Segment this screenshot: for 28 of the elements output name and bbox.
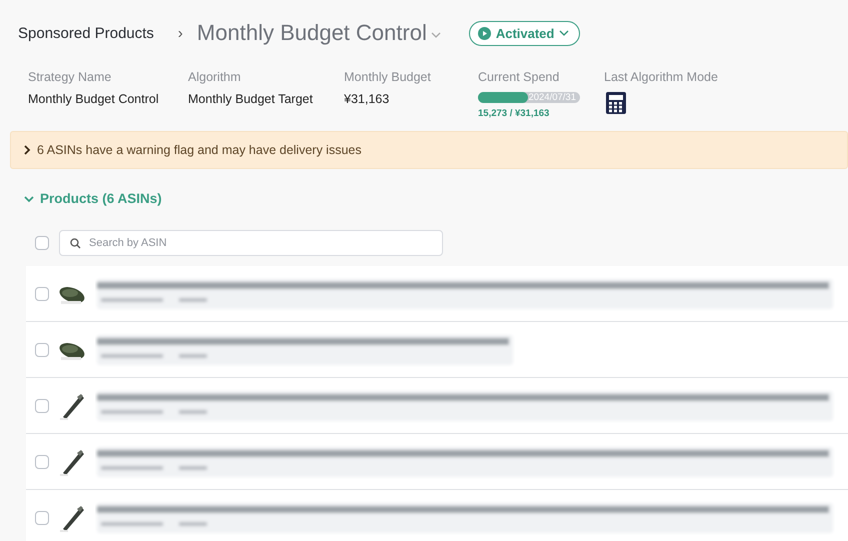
row-checkbox[interactable] bbox=[35, 454, 49, 468]
row-checkbox[interactable] bbox=[35, 398, 49, 412]
row-checkbox[interactable] bbox=[35, 510, 49, 524]
field-value: Monthly Budget Target bbox=[188, 92, 314, 106]
row-checkbox[interactable] bbox=[35, 342, 49, 356]
field-label: Last Algorithm Mode bbox=[604, 70, 719, 84]
chevron-icon bbox=[23, 145, 31, 155]
row-checkbox[interactable] bbox=[35, 286, 49, 300]
chevron-icon bbox=[24, 194, 34, 202]
page-title: Monthly Budget Control bbox=[196, 20, 427, 46]
field-label: Algorithm bbox=[188, 70, 242, 84]
breadcrumb-separator: › bbox=[178, 24, 183, 42]
calculator-icon bbox=[605, 92, 627, 114]
select-all-checkbox[interactable] bbox=[35, 236, 49, 250]
spend-reading: 15,273 / ¥31,163 bbox=[478, 108, 550, 119]
field-label: Monthly Budget bbox=[344, 70, 432, 84]
status-dropdown[interactable]: Activated bbox=[468, 20, 580, 46]
play-icon bbox=[478, 26, 491, 40]
search-icon bbox=[70, 238, 81, 249]
search-field[interactable]: Search by ASIN bbox=[59, 230, 443, 256]
breadcrumb-link[interactable]: Sponsored Products bbox=[18, 24, 154, 42]
field-value: Monthly Budget Control bbox=[28, 92, 160, 106]
chevron-down-icon[interactable] bbox=[430, 32, 441, 38]
chevron-down-icon bbox=[559, 30, 570, 36]
field-label: Current Spend bbox=[478, 70, 560, 84]
warning-banner[interactable]: 6 ASINs have a warning flag and may have delivery issues bbox=[10, 131, 848, 169]
field-label: Strategy Name bbox=[28, 70, 112, 84]
field-value: ¥31,163 bbox=[344, 92, 390, 106]
